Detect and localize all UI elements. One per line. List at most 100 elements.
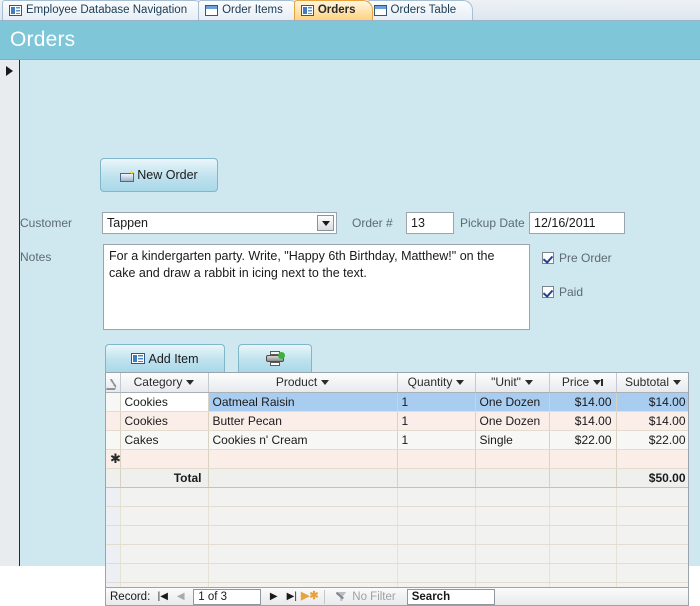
cell-price[interactable]	[549, 449, 616, 468]
tab-employee-database-navigation[interactable]: Employee Database Navigation	[2, 0, 204, 20]
column-header-subtotal[interactable]: Subtotal	[616, 373, 689, 392]
notes-label: Notes	[20, 250, 51, 264]
table-row[interactable]: Cookies Butter Pecan 1 One Dozen $14.00 …	[106, 411, 689, 430]
column-header-price[interactable]: Price	[549, 373, 616, 392]
total-spacer	[475, 468, 549, 487]
customer-combobox[interactable]: Tappen	[102, 212, 337, 234]
paid-checkbox-row[interactable]: Paid	[542, 285, 583, 299]
chevron-down-icon[interactable]	[456, 380, 464, 385]
total-spacer	[208, 468, 397, 487]
cell-category[interactable]	[120, 449, 208, 468]
blank-row	[106, 544, 689, 563]
previous-record-button[interactable]: ◀	[173, 589, 188, 604]
page-title: Orders	[10, 28, 75, 52]
totals-row: Total $50.00	[106, 468, 689, 487]
nav-divider	[324, 590, 325, 604]
paid-checkbox[interactable]	[542, 286, 554, 298]
cell-quantity[interactable]: 1	[397, 430, 475, 449]
new-record-row[interactable]: ✱	[106, 449, 689, 468]
add-item-icon	[131, 353, 145, 364]
table-header-row: Category Product Quantity "Unit"	[106, 373, 689, 392]
table-row[interactable]: Cookies Oatmeal Raisin 1 One Dozen $14.0…	[106, 392, 689, 411]
order-number-input[interactable]: 13	[406, 212, 454, 234]
cell-quantity[interactable]	[397, 449, 475, 468]
first-record-button[interactable]: |◀	[155, 589, 170, 604]
select-all-corner[interactable]	[106, 373, 120, 392]
cell-category[interactable]: Cookies	[120, 411, 208, 430]
cell-product[interactable]: Cookies n' Cream	[208, 430, 397, 449]
filter-toggle-button[interactable]: No Filter	[332, 591, 399, 603]
cell-subtotal[interactable]: $22.00	[616, 430, 689, 449]
record-position-input[interactable]: 1 of 3	[193, 589, 261, 605]
column-header-quantity[interactable]: Quantity	[397, 373, 475, 392]
printer-icon	[266, 351, 284, 366]
tab-label: Orders	[318, 5, 356, 17]
form-body: New Order Customer Tappen Order # 13 Pic…	[0, 60, 700, 566]
filter-indicator-icon[interactable]	[593, 378, 603, 387]
order-number-label: Order #	[352, 216, 393, 230]
tab-orders-table[interactable]: Orders Table	[367, 0, 474, 20]
customer-value: Tappen	[107, 216, 148, 230]
total-value: $50.00	[616, 468, 689, 487]
cell-quantity[interactable]: 1	[397, 411, 475, 430]
column-header-category[interactable]: Category	[120, 373, 208, 392]
cell-price[interactable]: $14.00	[549, 411, 616, 430]
add-item-button[interactable]: Add Item	[105, 344, 225, 372]
cell-subtotal[interactable]	[616, 449, 689, 468]
row-selector[interactable]	[106, 430, 120, 449]
last-record-button[interactable]: ▶|	[284, 589, 299, 604]
cell-quantity[interactable]: 1	[397, 392, 475, 411]
cell-product[interactable]: Oatmeal Raisin	[208, 392, 397, 411]
chevron-down-icon[interactable]	[317, 215, 334, 231]
pre-order-checkbox-row[interactable]: Pre Order	[542, 251, 612, 265]
chevron-down-icon[interactable]	[673, 380, 681, 385]
notes-textarea[interactable]: For a kindergarten party. Write, "Happy …	[103, 244, 530, 330]
column-header-product[interactable]: Product	[208, 373, 397, 392]
tab-order-items[interactable]: Order Items	[198, 0, 300, 20]
search-input[interactable]: Search	[407, 589, 495, 605]
cell-category[interactable]: Cookies	[120, 392, 208, 411]
cell-unit[interactable]: One Dozen	[475, 411, 549, 430]
row-selector[interactable]	[106, 411, 120, 430]
row-selector[interactable]	[106, 392, 120, 411]
cell-unit[interactable]: Single	[475, 430, 549, 449]
new-record-selector[interactable]: ✱	[106, 449, 120, 468]
pickup-date-input[interactable]: 12/16/2011	[529, 212, 625, 234]
column-header-unit[interactable]: "Unit"	[475, 373, 549, 392]
add-item-button-label: Add Item	[148, 352, 198, 366]
paid-label: Paid	[559, 285, 583, 299]
totals-row-selector	[106, 468, 120, 487]
cell-unit[interactable]: One Dozen	[475, 392, 549, 411]
chevron-down-icon[interactable]	[321, 380, 329, 385]
table-row[interactable]: Cakes Cookies n' Cream 1 Single $22.00 $…	[106, 430, 689, 449]
cell-unit[interactable]	[475, 449, 549, 468]
new-record-button[interactable]: ▶✱	[302, 589, 317, 604]
cell-subtotal[interactable]: $14.00	[616, 411, 689, 430]
next-record-button[interactable]: ▶	[266, 589, 281, 604]
chevron-down-icon[interactable]	[186, 380, 194, 385]
blank-row	[106, 506, 689, 525]
new-order-button[interactable]: New Order	[100, 158, 218, 192]
cell-product[interactable]: Butter Pecan	[208, 411, 397, 430]
print-button[interactable]	[238, 344, 312, 372]
tab-label: Orders Table	[391, 5, 457, 17]
table-icon	[374, 5, 387, 16]
pre-order-label: Pre Order	[559, 251, 612, 265]
tab-orders[interactable]: Orders	[294, 0, 373, 20]
blank-row	[106, 487, 689, 506]
cell-price[interactable]: $14.00	[549, 392, 616, 411]
customer-label: Customer	[20, 216, 72, 230]
total-spacer	[549, 468, 616, 487]
record-nav-label: Record:	[110, 591, 150, 603]
form-icon	[301, 5, 314, 16]
asterisk-icon: ✱	[110, 451, 120, 466]
record-selector-arrow-icon	[6, 66, 13, 76]
cell-product[interactable]	[208, 449, 397, 468]
record-selector-gutter[interactable]	[0, 60, 20, 566]
pre-order-checkbox[interactable]	[542, 252, 554, 264]
filter-label: No Filter	[352, 591, 395, 603]
cell-price[interactable]: $22.00	[549, 430, 616, 449]
cell-category[interactable]: Cakes	[120, 430, 208, 449]
cell-subtotal[interactable]: $14.00	[616, 392, 689, 411]
chevron-down-icon[interactable]	[525, 380, 533, 385]
